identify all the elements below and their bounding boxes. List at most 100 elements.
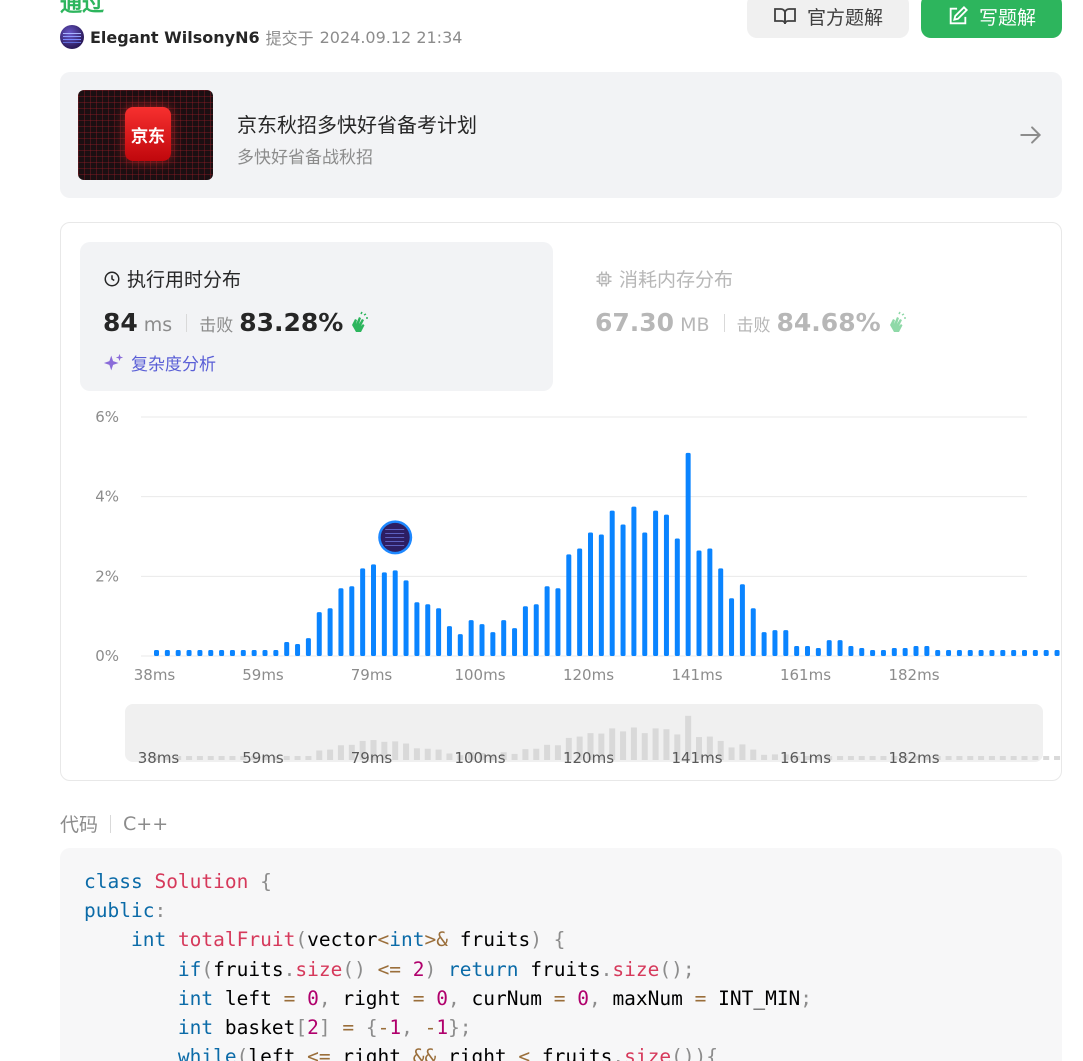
overview-bar [1010, 756, 1017, 760]
overview-bar [620, 731, 627, 760]
book-open-icon [774, 8, 796, 25]
runtime-distribution-chart[interactable]: 0% 2% 4% 6% 38ms 59ms 79ms 100ms 120ms 141ms 161ms… [61, 403, 1061, 783]
chart-bar [588, 532, 593, 656]
overview-tick-label: 100ms [454, 749, 505, 767]
code-line: public: [84, 896, 1038, 925]
jd-logo: 京东 [125, 107, 171, 161]
code-token: int [177, 1015, 225, 1039]
overview-bar [186, 756, 193, 760]
chart-bar [696, 550, 702, 656]
promo-title: 京东秋招多快好省备考计划 [237, 113, 477, 137]
promo-thumbnail: 京东 [78, 90, 213, 180]
runtime-value: 84 [103, 308, 138, 337]
chart-bar [305, 638, 311, 656]
chart-bar [685, 452, 691, 656]
write-solution-button[interactable]: 写题解 [921, 0, 1062, 38]
chart-bar [609, 510, 615, 656]
chart-bar [946, 650, 952, 656]
official-solution-button[interactable]: 官方题解 [747, 0, 909, 38]
code-token: size [295, 957, 343, 981]
code-token: ( [201, 957, 214, 981]
code-token: { [248, 870, 272, 893]
code-block[interactable]: class Solution {public: int totalFruit(v… [60, 848, 1062, 1061]
code-token: - [424, 1015, 437, 1039]
chart-bar [164, 650, 170, 656]
overview-bar [967, 756, 974, 760]
code-token: 0 [307, 986, 319, 1010]
complexity-analysis-link[interactable]: 复杂度分析 [103, 350, 216, 375]
promo-banner[interactable]: 京东 京东秋招多快好省备考计划 多快好省备战秋招 [60, 72, 1062, 198]
code-line: int totalFruit(vector<int>& fruits) { [84, 925, 1038, 954]
code-token: = [283, 986, 296, 1010]
overview-bar [858, 756, 865, 760]
chart-bar [826, 640, 832, 656]
overview-bar [305, 756, 312, 760]
chart-bar [403, 580, 409, 656]
overview-bar [630, 727, 637, 760]
overview-bar [283, 756, 290, 760]
chart-bar [1054, 650, 1060, 656]
code-token: = [694, 986, 707, 1010]
chart-bar [446, 626, 452, 656]
memory-stats: 67.30 MB 击败 84.68% [595, 308, 909, 337]
chart-bar [794, 646, 800, 656]
overview-bar [761, 754, 768, 760]
chart-bar [663, 514, 669, 656]
code-line: class Solution { [84, 867, 1038, 896]
chart-bar [327, 608, 333, 656]
code-token: 2 [307, 1015, 319, 1039]
overview-tick-label: 79ms [351, 749, 393, 767]
code-token: if [177, 957, 202, 981]
code-token: return [448, 957, 519, 981]
chart-bar [598, 534, 604, 656]
user-avatar[interactable] [60, 25, 84, 49]
overview-bar [999, 756, 1006, 760]
promo-subtitle: 多快好省备战秋招 [237, 148, 373, 168]
x-tick-label: 141ms [671, 666, 722, 684]
code-token: curNum [471, 986, 554, 1010]
code-token: 1 [436, 1015, 449, 1039]
arrow-right-icon[interactable] [1018, 122, 1044, 148]
chart-bar [805, 646, 810, 656]
memory-value: 67.30 [595, 308, 675, 337]
chart-bar [1011, 650, 1017, 656]
code-token: : [154, 899, 167, 923]
code-token: () [342, 957, 378, 981]
overview-bar [446, 753, 453, 760]
x-tick-label: 120ms [563, 666, 614, 684]
chart-bar [783, 630, 789, 656]
chart-bar [1022, 650, 1027, 656]
chart-bar [956, 650, 962, 656]
chart-bar [436, 608, 442, 656]
overview-bar [229, 756, 236, 760]
runtime-card[interactable]: 执行用时分布 84 ms 击败 83.28% 复杂度分析 [80, 242, 553, 391]
overview-bar [511, 753, 518, 760]
code-token: ) { [530, 928, 566, 952]
username[interactable]: Elegant WilsonyN6 [90, 28, 260, 47]
code-line: while(left <= right && right < fruits.si… [84, 1042, 1038, 1061]
overview-bar [413, 748, 420, 760]
clock-icon [104, 271, 120, 286]
code-token: 0 [436, 986, 449, 1010]
code-token: , [448, 986, 472, 1010]
memory-card[interactable]: 消耗内存分布 67.30 MB 击败 84.68% [572, 242, 1045, 391]
runtime-title: 执行用时分布 [103, 265, 241, 292]
overview-bar [554, 745, 561, 760]
code-token: fruits [530, 1045, 613, 1061]
sparkle-icon [103, 353, 124, 370]
runtime-unit: ms [143, 314, 173, 336]
overview-bar [392, 741, 399, 760]
code-token: left [224, 986, 284, 1010]
overview-bar [771, 754, 778, 760]
overview-bar [847, 756, 854, 760]
code-token: public [84, 899, 155, 923]
chart-bar [772, 630, 778, 656]
chart-bar [175, 650, 181, 656]
chart-bar [414, 602, 420, 656]
submit-label: 提交于 [265, 29, 314, 48]
submit-time: 2024.09.12 21:34 [319, 27, 463, 47]
